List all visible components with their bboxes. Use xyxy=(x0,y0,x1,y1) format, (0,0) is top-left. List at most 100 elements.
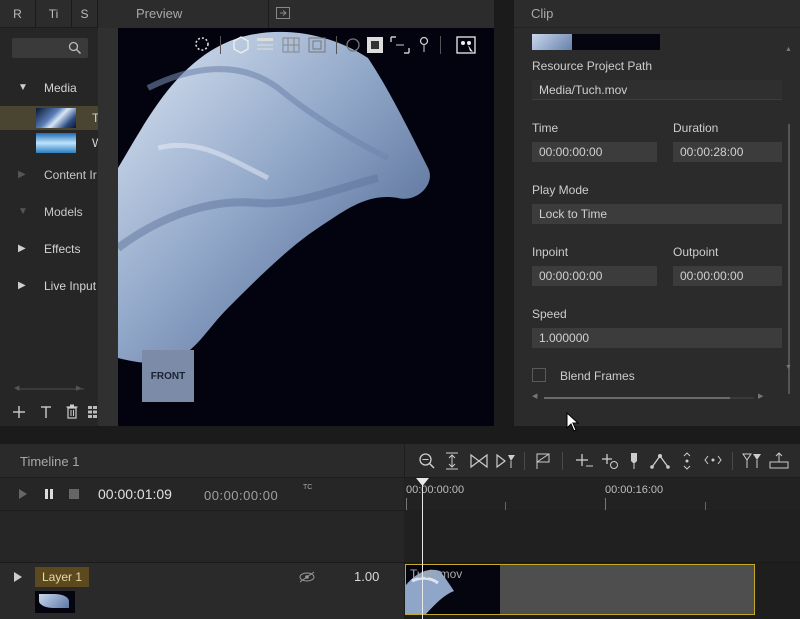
add-marker-icon[interactable] xyxy=(600,452,620,470)
time-label: Time xyxy=(532,121,559,135)
tab-resources[interactable]: R xyxy=(0,0,36,28)
add-keyframe-icon[interactable] xyxy=(574,452,594,470)
tree-item-media-tuch[interactable]: T xyxy=(0,106,98,130)
clip-vertical-scrollbar[interactable]: ▲ ▼ xyxy=(785,34,792,394)
fit-vertical-icon[interactable] xyxy=(444,452,460,470)
front-view-gizmo[interactable]: FRONT xyxy=(142,350,194,402)
expand-horizontal-icon[interactable] xyxy=(704,454,722,466)
blend-frames-label: Blend Frames xyxy=(560,369,635,383)
grid-overlay-icon[interactable] xyxy=(282,37,300,53)
tab-timelines[interactable]: Ti xyxy=(36,0,72,28)
preview-header: Preview xyxy=(98,0,494,28)
resource-path-field[interactable]: Media/Tuch.mov xyxy=(532,80,782,100)
filter-icon[interactable] xyxy=(742,452,764,470)
duration-label: Duration xyxy=(673,121,719,135)
arrow-left-icon: ◀ xyxy=(532,393,538,400)
tree-item-live-input[interactable]: ▶ Live Input xyxy=(0,273,98,299)
chevron-down-icon: ▼ xyxy=(18,82,28,93)
clip-name-label: Tuch.mov xyxy=(410,567,463,581)
clip-panel-title: Clip xyxy=(531,6,554,21)
preview-title: Preview xyxy=(136,6,183,21)
timeline-track-header-spacer xyxy=(0,510,404,562)
hexagon-icon[interactable] xyxy=(232,36,250,54)
visibility-hidden-icon[interactable] xyxy=(298,571,316,583)
speed-label: Speed xyxy=(532,307,567,321)
ruler-mark-0: 00:00:00:00 xyxy=(406,484,465,496)
timeline-toolbar xyxy=(418,452,796,472)
layer-opacity-value[interactable]: 1.00 xyxy=(354,569,379,584)
grid-icon[interactable] xyxy=(88,406,98,418)
pause-icon[interactable] xyxy=(44,488,54,500)
chevron-right-icon[interactable] xyxy=(13,571,23,583)
inpoint-field[interactable]: 00:00:00:00 xyxy=(532,266,657,286)
bowtie-icon[interactable] xyxy=(470,453,488,469)
play-mode-label: Play Mode xyxy=(532,183,589,197)
play-icon[interactable] xyxy=(18,488,28,500)
monitor-icon[interactable] xyxy=(366,36,384,54)
tree-item-media-water[interactable]: W xyxy=(0,131,98,155)
select-tool-icon[interactable] xyxy=(456,36,476,54)
secondary-timecode: 00:00:00:00 xyxy=(204,488,279,503)
layout-icon[interactable] xyxy=(256,37,274,53)
chevron-down-icon: ▼ xyxy=(18,206,28,217)
tree-item-content[interactable]: ▶ Content Ir xyxy=(0,162,98,188)
pin-icon[interactable] xyxy=(416,36,432,54)
arrow-right-icon: ▶ xyxy=(76,385,82,392)
tree-item-media[interactable]: ▼ Media xyxy=(0,75,98,101)
library-toolbar xyxy=(12,403,98,423)
tab-scenes[interactable]: S xyxy=(72,0,98,28)
speed-field[interactable]: 1.000000 xyxy=(532,328,782,348)
library-scrollbar[interactable]: ◀ ▶ xyxy=(14,385,84,392)
clip-thumbnail xyxy=(532,34,660,50)
timeline-track-spacer xyxy=(404,510,800,562)
media-thumbnail xyxy=(36,133,76,153)
camera-icon[interactable] xyxy=(344,36,362,54)
current-timecode[interactable]: 00:00:01:09 xyxy=(98,486,172,502)
marker-pin-icon[interactable] xyxy=(628,452,640,470)
preview-toolbar xyxy=(194,36,490,56)
safe-area-icon[interactable] xyxy=(308,37,326,53)
curve-icon[interactable] xyxy=(650,452,670,470)
inpoint-label: Inpoint xyxy=(532,245,569,259)
play-mode-select[interactable]: Lock to Time xyxy=(532,204,782,224)
play-to-marker-icon[interactable] xyxy=(496,453,516,469)
stop-icon[interactable] xyxy=(68,488,80,500)
layer-name-label[interactable]: Layer 1 xyxy=(35,567,90,587)
clip-horizontal-scrollbar[interactable]: ◀ ▶ xyxy=(532,393,766,400)
outpoint-field[interactable]: 00:00:00:00 xyxy=(673,266,782,286)
time-ruler[interactable]: 00:00:00:00 00:00:16:00 xyxy=(404,478,800,510)
fit-frame-icon[interactable] xyxy=(390,36,410,54)
playhead-line[interactable] xyxy=(422,480,423,619)
transport-controls: 00:00:01:09 00:00:00:00 TC xyxy=(0,478,404,510)
tc-label: TC xyxy=(303,484,313,491)
time-field[interactable]: 00:00:00:00 xyxy=(532,142,657,162)
library-search-input[interactable] xyxy=(12,38,88,58)
tree-item-models[interactable]: ▼ Models xyxy=(0,199,98,225)
outpoint-label: Outpoint xyxy=(673,245,719,259)
arrow-left-icon: ◀ xyxy=(14,385,20,392)
search-icon xyxy=(68,41,82,55)
media-thumbnail xyxy=(36,108,76,128)
layer-row-header[interactable]: Layer 1 1.00 xyxy=(0,562,404,619)
spinner-icon[interactable] xyxy=(194,36,210,52)
duration-field[interactable]: 00:00:28:00 xyxy=(673,142,782,162)
arrow-right-icon: ▶ xyxy=(758,393,764,400)
layer-thumbnail xyxy=(35,591,75,613)
chevron-right-icon: ▶ xyxy=(18,169,26,180)
clip-header: Clip xyxy=(514,0,800,28)
zoom-icon[interactable] xyxy=(418,452,436,470)
mouse-cursor-icon xyxy=(566,412,580,432)
tree-item-effects[interactable]: ▶ Effects xyxy=(0,236,98,262)
arrow-down-icon: ▼ xyxy=(785,364,792,371)
add-icon[interactable] xyxy=(12,405,26,419)
resource-path-label: Resource Project Path xyxy=(532,59,653,73)
trash-icon[interactable] xyxy=(66,404,78,419)
blend-frames-checkbox[interactable] xyxy=(532,368,546,382)
chevron-right-icon: ▶ xyxy=(18,243,26,254)
detach-panel-icon[interactable] xyxy=(276,7,290,19)
expand-vertical-icon[interactable] xyxy=(682,452,692,470)
text-icon[interactable] xyxy=(40,405,52,419)
flag-icon[interactable] xyxy=(534,452,554,470)
export-layer-icon[interactable] xyxy=(768,452,790,470)
library-tabs: R Ti S xyxy=(0,0,98,28)
